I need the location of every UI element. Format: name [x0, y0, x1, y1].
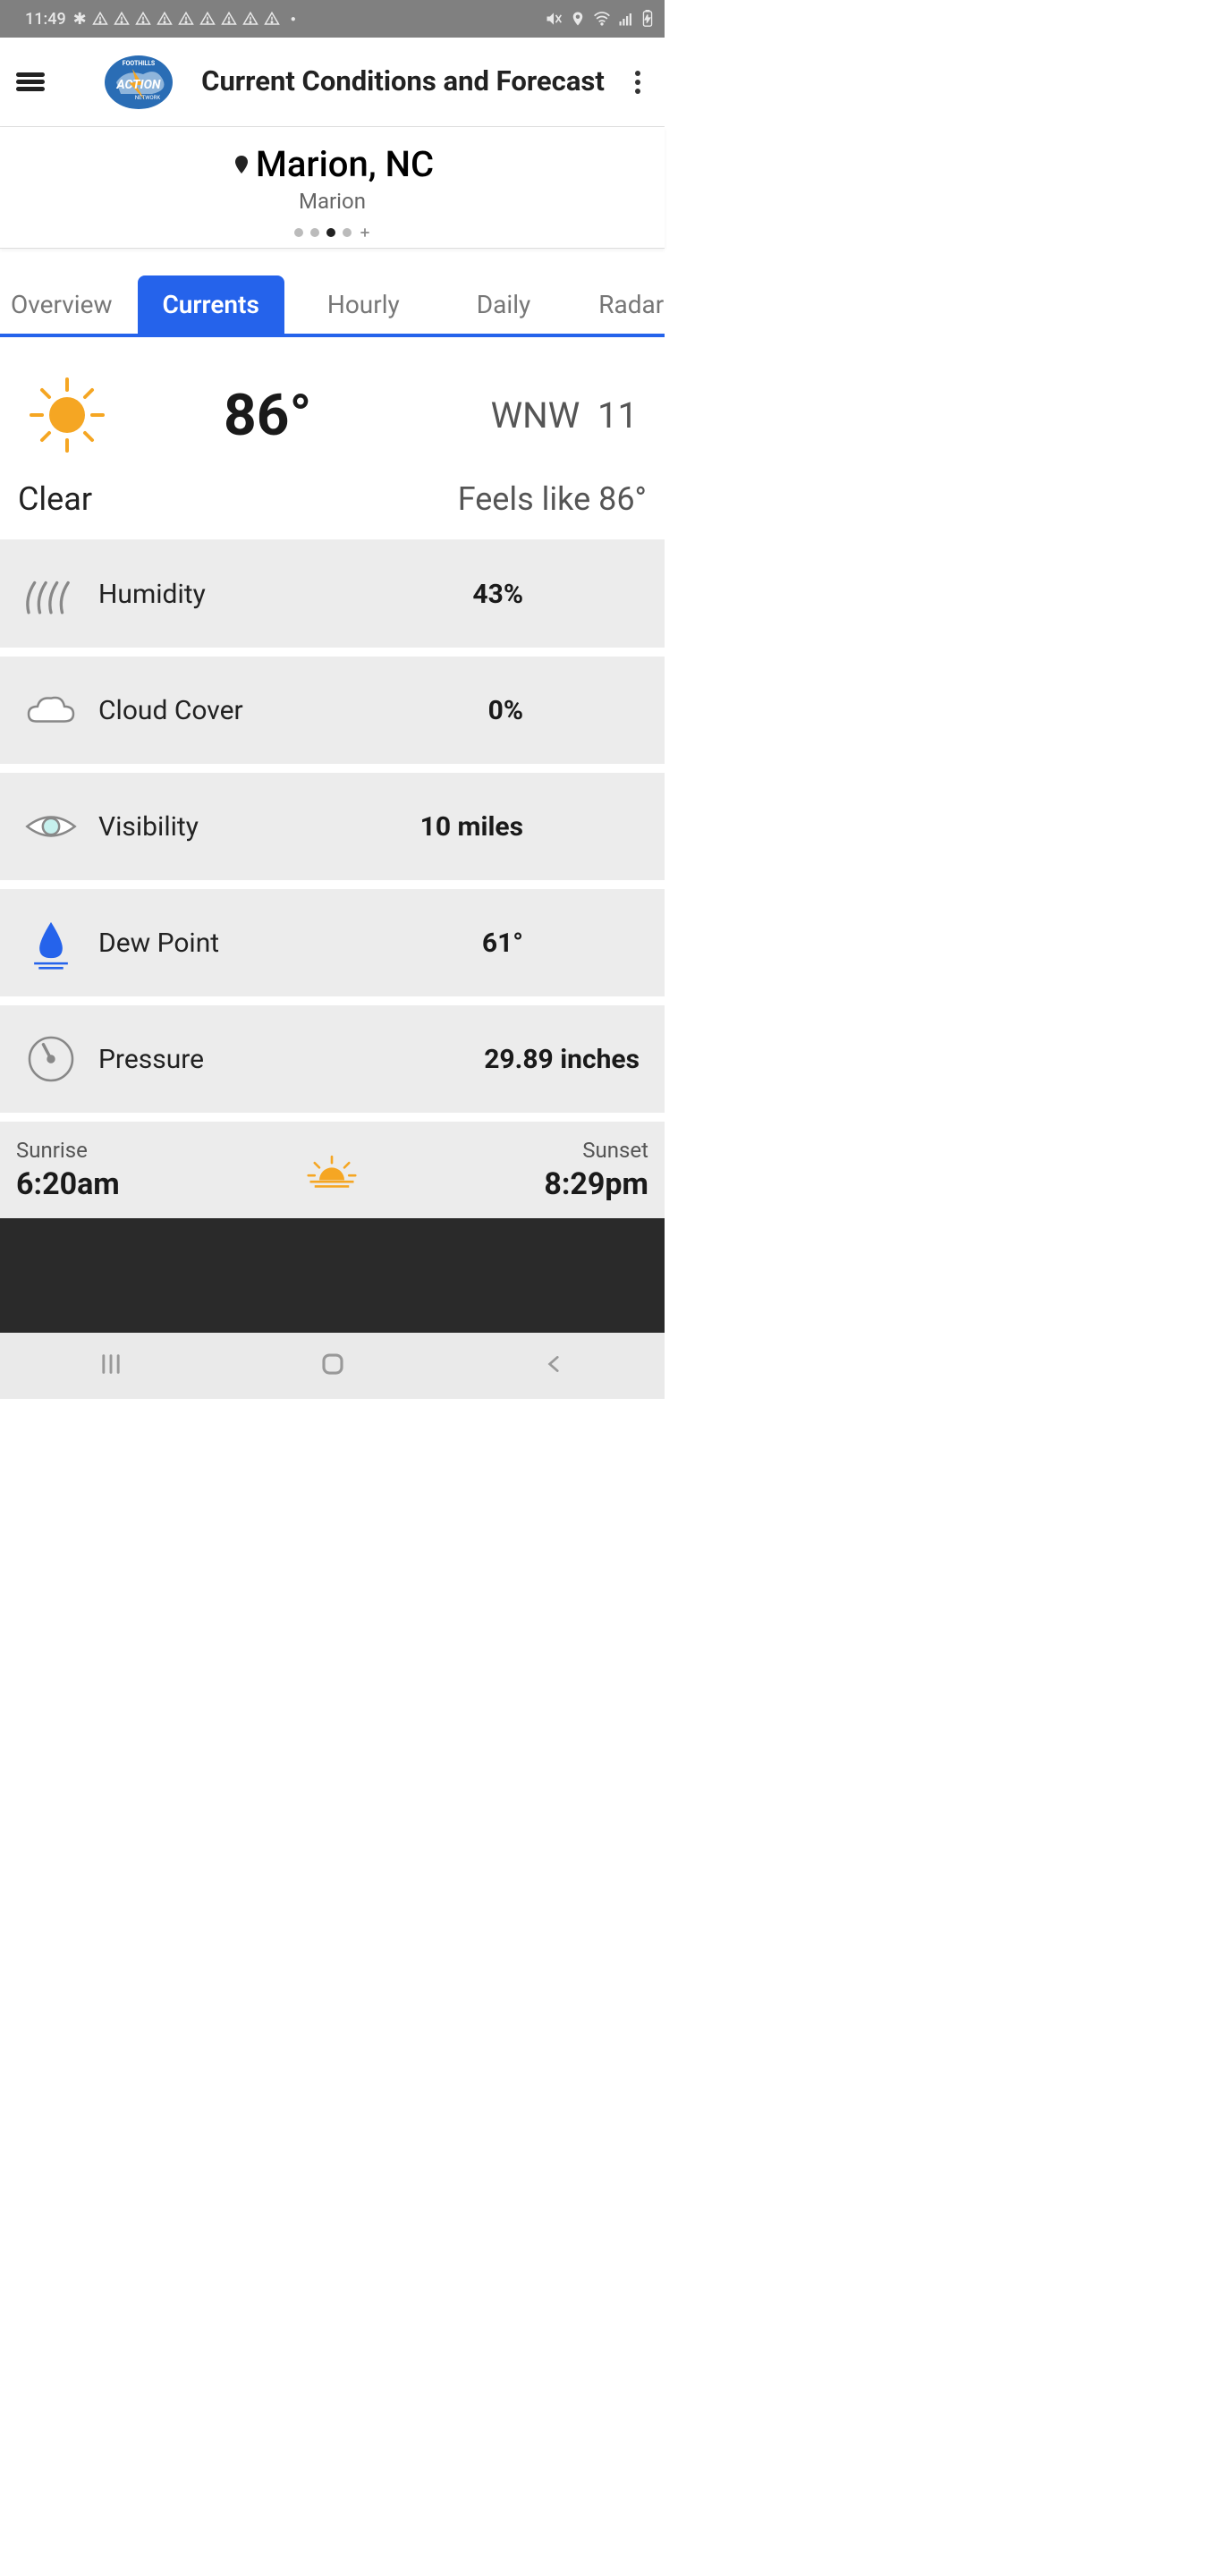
more-options-button[interactable] [627, 71, 648, 94]
tabs: Overview Currents Hourly Daily Radar [0, 275, 665, 337]
status-bar: 11:49 ✱ ● [0, 0, 665, 38]
nav-back-button[interactable] [543, 1352, 566, 1379]
detail-row-dewpoint: Dew Point 61° [0, 889, 665, 996]
detail-value: 29.89 inches [484, 1044, 648, 1075]
warning-icon [178, 11, 194, 27]
warning-icon [242, 11, 258, 27]
detail-value: 61° [482, 928, 648, 959]
detail-label: Dew Point [98, 928, 219, 959]
sun-icon [18, 366, 116, 464]
tab-radar[interactable]: Radar [573, 275, 689, 334]
temperature: 86° [224, 382, 311, 449]
app-header: FOOTHILLS ACTION NETWORK Current Conditi… [0, 38, 665, 127]
warning-icon [114, 11, 130, 27]
svg-text:FOOTHILLS: FOOTHILLS [123, 60, 156, 67]
location-city: Marion, NC [231, 143, 434, 185]
wind: WNW 11 [491, 394, 647, 436]
tab-overview[interactable]: Overview [0, 275, 138, 334]
slack-icon: ✱ [73, 10, 87, 29]
status-time: 11:49 [25, 10, 66, 29]
tab-hourly[interactable]: Hourly [302, 275, 425, 334]
sun-times: Sunrise 6:20am Sunset 8:29pm [0, 1122, 665, 1218]
sunset-label: Sunset [544, 1138, 648, 1163]
dew-icon [16, 916, 86, 970]
condition-text: Clear [18, 480, 92, 518]
page-title: Current Conditions and Forecast [179, 64, 627, 99]
detail-label: Visibility [98, 811, 199, 843]
tab-currents[interactable]: Currents [138, 275, 284, 334]
ad-placeholder [0, 1218, 665, 1333]
wind-direction: WNW [491, 394, 580, 436]
page-indicator[interactable] [0, 226, 665, 239]
warning-icon [264, 11, 280, 27]
detail-label: Humidity [98, 579, 206, 610]
pressure-icon [16, 1032, 86, 1086]
sunset-time: 8:29pm [544, 1166, 648, 1202]
detail-row-cloud: Cloud Cover 0% [0, 657, 665, 764]
tab-daily[interactable]: Daily [452, 275, 555, 334]
details-list: Humidity 43% Cloud Cover 0% Visibility 1… [0, 540, 665, 1218]
detail-value: 0% [488, 695, 648, 726]
svg-text:ACTION: ACTION [115, 78, 160, 92]
svg-text:NETWORK: NETWORK [135, 95, 161, 101]
add-location-icon[interactable] [359, 226, 371, 239]
menu-button[interactable] [16, 68, 45, 97]
warning-icon [157, 11, 173, 27]
feels-like: Feels like 86° [458, 480, 647, 518]
mute-icon [545, 10, 563, 28]
current-conditions: 86° WNW 11 Clear Feels like 86° [0, 337, 665, 540]
pin-icon [231, 152, 252, 177]
signal-icon [618, 11, 634, 27]
location-icon [570, 11, 586, 27]
status-icons-right [545, 10, 654, 28]
detail-row-humidity: Humidity 43% [0, 540, 665, 648]
nav-bar [0, 1333, 665, 1399]
warning-icon [221, 11, 237, 27]
location-sub: Marion [0, 189, 665, 214]
sunrise-label: Sunrise [16, 1138, 120, 1163]
detail-value: 10 miles [420, 811, 648, 843]
detail-row-pressure: Pressure 29.89 inches [0, 1005, 665, 1113]
sunrise-icon [120, 1150, 545, 1190]
wind-speed: 11 [597, 394, 638, 436]
location-city-text: Marion, NC [256, 143, 434, 185]
cloud-icon [16, 683, 86, 737]
warning-icon [199, 11, 216, 27]
app-logo: FOOTHILLS ACTION NETWORK [98, 51, 179, 114]
warning-icon [135, 11, 151, 27]
nav-recent-button[interactable] [98, 1352, 123, 1380]
location-selector[interactable]: Marion, NC Marion [0, 127, 665, 249]
eye-icon [16, 800, 86, 853]
nav-home-button[interactable] [319, 1351, 346, 1381]
detail-value: 43% [472, 579, 648, 610]
detail-label: Cloud Cover [98, 695, 243, 726]
detail-label: Pressure [98, 1044, 204, 1075]
dot-icon: ● [291, 14, 296, 24]
sunrise-time: 6:20am [16, 1166, 120, 1202]
detail-row-visibility: Visibility 10 miles [0, 773, 665, 880]
wifi-icon [593, 10, 611, 28]
humidity-icon [16, 567, 86, 621]
warning-icon [92, 11, 108, 27]
status-icons-left: ✱ ● [73, 10, 296, 29]
battery-icon [641, 10, 654, 28]
